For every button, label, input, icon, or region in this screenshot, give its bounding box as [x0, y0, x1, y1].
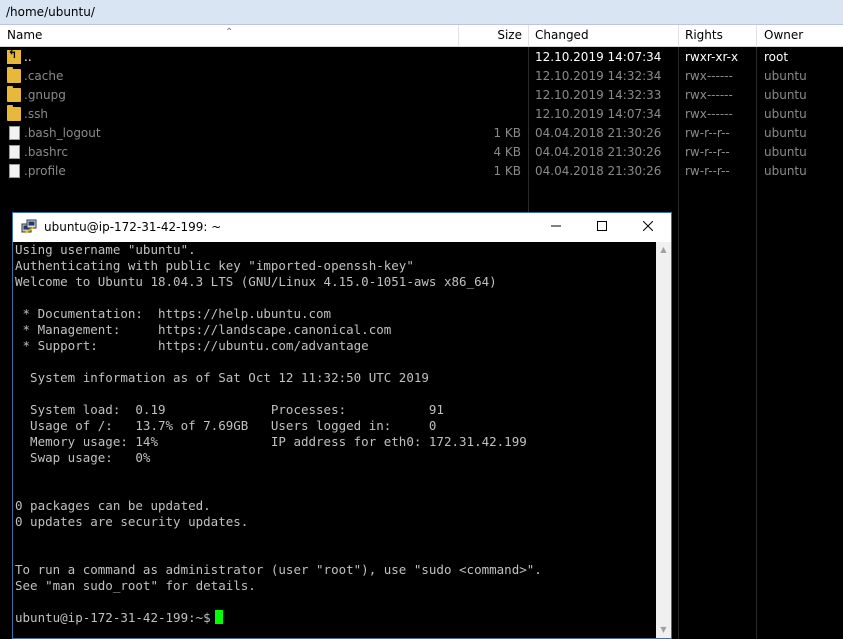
maximize-button[interactable]	[579, 213, 625, 242]
file-changed: 12.10.2019 14:07:34	[535, 107, 662, 121]
terminal-line: Authenticating with public key "imported…	[15, 258, 414, 273]
column-header-owner[interactable]: Owner	[757, 25, 843, 46]
terminal-line: Usage of /: 13.7% of 7.69GB Users logged…	[15, 418, 437, 433]
file-owner: ubuntu	[764, 69, 807, 83]
column-header-size[interactable]: Size	[459, 25, 529, 46]
terminal-prompt-line[interactable]: ubuntu@ip-172-31-42-199:~$	[15, 610, 223, 626]
file-changed: 04.04.2018 21:30:26	[535, 145, 662, 159]
terminal-screen[interactable]: Using username "ubuntu". Authenticating w…	[14, 242, 656, 638]
file-owner: ubuntu	[764, 107, 807, 121]
terminal-line: * Documentation: https://help.ubuntu.com	[15, 306, 332, 321]
file-name: .ssh	[24, 107, 48, 121]
folder-icon	[7, 86, 21, 102]
minimize-button[interactable]	[533, 213, 579, 242]
terminal-titlebar[interactable]: ubuntu@ip-172-31-42-199: ~	[13, 213, 671, 242]
file-row[interactable]: .profile 1 KB 04.04.2018 21:30:26 rw-r--r--…	[0, 162, 843, 181]
file-rights: rwx------	[685, 88, 733, 102]
file-name: .cache	[24, 69, 64, 83]
file-icon	[9, 164, 20, 178]
file-name: .profile	[24, 164, 66, 178]
file-rights: rw-r--r--	[685, 126, 730, 140]
file-owner: ubuntu	[764, 145, 807, 159]
file-icon	[9, 145, 20, 159]
file-size: 1 KB	[493, 126, 521, 140]
folder-icon	[7, 67, 21, 83]
terminal-line: System information as of Sat Oct 12 11:3…	[15, 370, 429, 385]
terminal-line: See "man sudo_root" for details.	[15, 578, 256, 593]
up-directory-icon: ↰	[7, 48, 21, 64]
file-name: .gnupg	[24, 88, 66, 102]
close-icon	[642, 220, 654, 232]
file-rights: rw-r--r--	[685, 145, 730, 159]
file-list-header: Name ⌃ Size Changed Rights Owner	[0, 25, 843, 47]
file-row[interactable]: .ssh 12.10.2019 14:07:34 rwx------ ubuntu	[0, 105, 843, 124]
file-owner: ubuntu	[764, 126, 807, 140]
scroll-down-arrow-icon[interactable]: ▼	[656, 622, 671, 638]
folder-icon	[7, 105, 21, 121]
file-owner: ubuntu	[764, 164, 807, 178]
file-rights: rwx------	[685, 69, 733, 83]
file-row[interactable]: .gnupg 12.10.2019 14:32:33 rwx------ ubuntu	[0, 86, 843, 105]
file-rights: rwx------	[685, 107, 733, 121]
file-rights: rwxr-xr-x	[685, 50, 739, 64]
file-changed: 04.04.2018 21:30:26	[535, 164, 662, 178]
file-name: ..	[24, 50, 32, 64]
file-name: .bash_logout	[24, 126, 101, 140]
terminal-cursor	[214, 610, 223, 624]
terminal-window[interactable]: ubuntu@ip-172-31-42-199: ~ Using usernam…	[12, 212, 672, 639]
file-size: 1 KB	[493, 164, 521, 178]
path-bar[interactable]: /home/ubuntu/	[0, 0, 843, 25]
terminal-line: Swap usage: 0%	[15, 450, 151, 465]
file-changed: 04.04.2018 21:30:26	[535, 126, 662, 140]
column-header-rights[interactable]: Rights	[679, 25, 757, 46]
terminal-line: Using username "ubuntu".	[15, 242, 196, 257]
terminal-line: To run a command as administrator (user …	[15, 562, 542, 577]
file-size: 4 KB	[493, 145, 521, 159]
terminal-line: Memory usage: 14% IP address for eth0: 1…	[15, 434, 527, 449]
terminal-line: Welcome to Ubuntu 18.04.3 LTS (GNU/Linux…	[15, 274, 497, 289]
column-header-name[interactable]: Name ⌃	[0, 25, 459, 46]
terminal-line: * Support: https://ubuntu.com/advantage	[15, 338, 369, 353]
terminal-scrollbar[interactable]: ▲ ▼	[656, 242, 671, 638]
file-changed: 12.10.2019 14:07:34	[535, 50, 662, 64]
file-rights: rw-r--r--	[685, 164, 730, 178]
terminal-line: System load: 0.19 Processes: 91	[15, 402, 444, 417]
scroll-up-arrow-icon[interactable]: ▲	[656, 242, 671, 258]
putty-icon	[21, 219, 37, 234]
parent-directory-row[interactable]: ↰.. 12.10.2019 14:07:34 rwxr-xr-x root	[0, 48, 843, 67]
minimize-icon	[551, 225, 561, 227]
terminal-prompt: ubuntu@ip-172-31-42-199:~$	[15, 610, 211, 625]
sort-ascending-icon: ⌃	[225, 27, 234, 38]
file-row[interactable]: .cache 12.10.2019 14:32:34 rwx------ ubuntu	[0, 67, 843, 86]
file-row[interactable]: .bashrc 4 KB 04.04.2018 21:30:26 rw-r--r-- u…	[0, 143, 843, 162]
file-owner: ubuntu	[764, 88, 807, 102]
close-button[interactable]	[625, 213, 671, 242]
file-row[interactable]: .bash_logout 1 KB 04.04.2018 21:30:26 rw-r-…	[0, 124, 843, 143]
file-changed: 12.10.2019 14:32:34	[535, 69, 662, 83]
current-path: /home/ubuntu/	[6, 5, 95, 19]
file-owner: root	[764, 50, 789, 64]
file-changed: 12.10.2019 14:32:33	[535, 88, 662, 102]
column-header-name-label: Name	[7, 28, 43, 42]
terminal-line: 0 packages can be updated.	[15, 498, 211, 513]
terminal-line: 0 updates are security updates.	[15, 514, 249, 529]
file-icon	[9, 126, 20, 140]
terminal-title: ubuntu@ip-172-31-42-199: ~	[44, 220, 222, 234]
terminal-line: * Management: https://landscape.canonica…	[15, 322, 392, 337]
column-header-changed[interactable]: Changed	[529, 25, 679, 46]
maximize-icon	[597, 221, 607, 231]
file-name: .bashrc	[24, 145, 68, 159]
